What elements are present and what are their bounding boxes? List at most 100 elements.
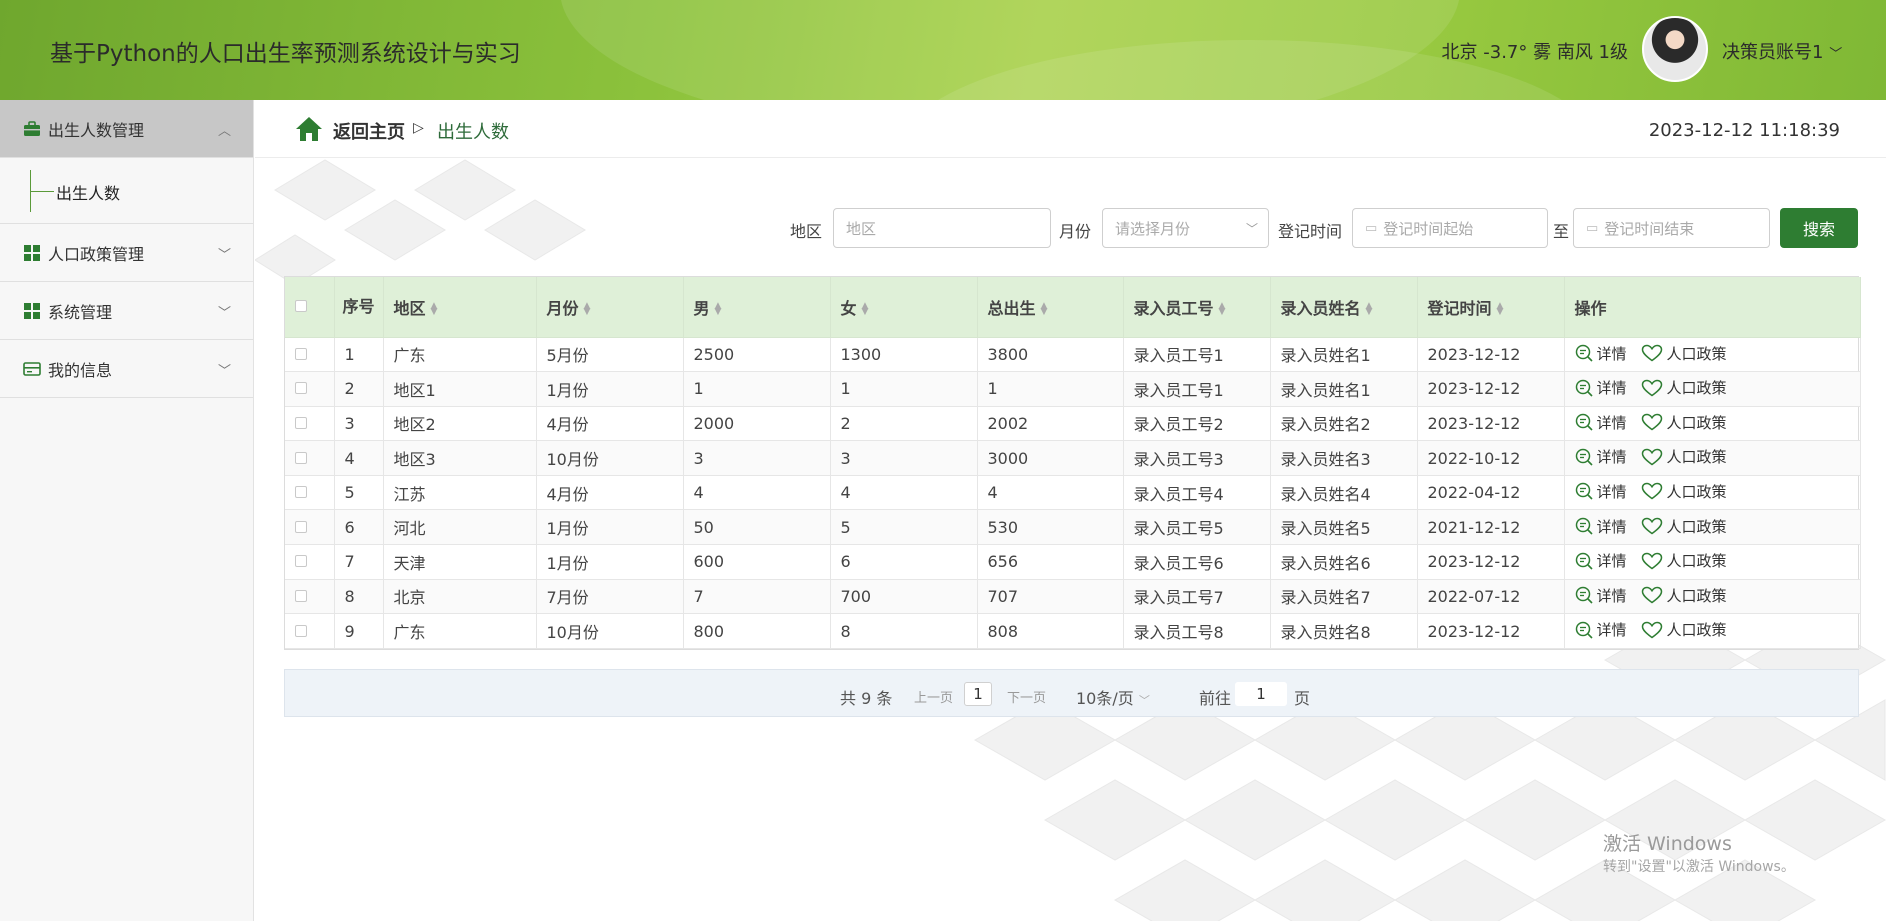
- cell-region: 河北: [383, 509, 537, 546]
- cell-index: 1: [334, 337, 384, 373]
- row-checkbox[interactable]: [295, 624, 307, 637]
- sidebar-item-policy-management[interactable]: 人口政策管理 ﹀: [0, 224, 253, 282]
- sidebar-item-my-info[interactable]: 我的信息 ﹀: [0, 340, 253, 398]
- detail-button[interactable]: 详情: [1575, 412, 1627, 433]
- avatar[interactable]: [1642, 16, 1708, 82]
- column-header-total[interactable]: 总出生 ▲ ▼: [977, 277, 1124, 338]
- policy-button[interactable]: 人口政策: [1641, 585, 1727, 606]
- detail-label: 详情: [1596, 448, 1627, 467]
- cell-register-time: 2022-07-12: [1417, 579, 1565, 615]
- detail-button[interactable]: 详情: [1575, 343, 1627, 364]
- range-separator: 至: [1553, 222, 1570, 241]
- account-menu[interactable]: 决策员账号1 ﹀: [1722, 38, 1842, 64]
- sidebar-subitem-birth-count[interactable]: 出生人数: [0, 158, 253, 224]
- region-input[interactable]: 地区: [833, 208, 1051, 248]
- sort-icon[interactable]: ▲ ▼: [1497, 302, 1504, 317]
- table-row: 4 地区3 10月份 3 3 3000 录入员工号3 录入员姓名3 2022-10-12 详情 人口…: [285, 440, 1861, 476]
- table-row: 6 河北 1月份 50 5 530 录入员工号5 录入员姓名5 2021-12-12 详情 人口政策: [285, 509, 1861, 546]
- cell-month: 5月份: [536, 337, 684, 373]
- cell-region: 广东: [383, 337, 537, 373]
- policy-button[interactable]: 人口政策: [1641, 343, 1727, 364]
- row-checkbox[interactable]: [295, 347, 307, 360]
- policy-label: 人口政策: [1666, 552, 1727, 571]
- home-icon[interactable]: [295, 116, 323, 146]
- cell-actions: 详情 人口政策: [1564, 440, 1861, 476]
- breadcrumb-home-link[interactable]: 返回主页: [333, 118, 405, 144]
- select-all-checkbox[interactable]: [295, 300, 307, 313]
- cell-total: 4: [977, 475, 1124, 511]
- policy-button[interactable]: 人口政策: [1641, 550, 1727, 571]
- sort-icon[interactable]: ▲ ▼: [715, 302, 722, 317]
- cell-clerk-id: 录入员工号8: [1123, 613, 1271, 649]
- row-checkbox[interactable]: [295, 416, 307, 429]
- detail-label: 详情: [1596, 621, 1627, 640]
- row-checkbox[interactable]: [295, 451, 307, 464]
- policy-button[interactable]: 人口政策: [1641, 481, 1727, 502]
- column-header-label: 录入员工号: [1133, 298, 1214, 318]
- row-checkbox[interactable]: [295, 589, 307, 602]
- sort-icon[interactable]: ▲ ▼: [431, 302, 438, 317]
- policy-button[interactable]: 人口政策: [1641, 516, 1727, 537]
- sort-icon[interactable]: ▲ ▼: [1041, 302, 1048, 317]
- policy-button[interactable]: 人口政策: [1641, 412, 1727, 433]
- sort-icon[interactable]: ▲ ▼: [584, 302, 591, 317]
- column-header-region[interactable]: 地区 ▲ ▼: [383, 277, 537, 338]
- cell-month: 1月份: [536, 371, 684, 407]
- column-header-female[interactable]: 女 ▲ ▼: [830, 277, 978, 338]
- heart-icon: [1641, 379, 1662, 397]
- column-header-male[interactable]: 男 ▲ ▼: [683, 277, 831, 338]
- row-select-cell: [285, 613, 335, 649]
- breadcrumb-separator: ▷: [413, 120, 424, 136]
- time-end-input[interactable]: ▭ 登记时间结束: [1573, 208, 1770, 248]
- heart-icon: [1641, 621, 1662, 639]
- row-checkbox[interactable]: [295, 382, 307, 395]
- row-checkbox[interactable]: [295, 555, 307, 568]
- column-header-label: 序号: [342, 296, 375, 316]
- policy-button[interactable]: 人口政策: [1641, 446, 1727, 467]
- row-checkbox[interactable]: [295, 520, 307, 533]
- next-page-button[interactable]: 下一页: [1007, 687, 1046, 706]
- goto-page-input[interactable]: 1: [1235, 682, 1287, 706]
- month-select[interactable]: 请选择月份 ﹀: [1102, 208, 1269, 248]
- detail-button[interactable]: 详情: [1575, 550, 1627, 571]
- cell-clerk-name: 录入员姓名2: [1270, 406, 1418, 442]
- page-size-select[interactable]: 10条/页 ﹀: [1076, 685, 1150, 709]
- cell-total: 808: [977, 613, 1124, 649]
- column-header-label: 录入员姓名: [1280, 298, 1361, 318]
- cell-index: 2: [334, 371, 384, 407]
- policy-label: 人口政策: [1666, 413, 1727, 432]
- policy-button[interactable]: 人口政策: [1641, 619, 1727, 640]
- sort-icon[interactable]: ▲ ▼: [1366, 302, 1373, 317]
- detail-button[interactable]: 详情: [1575, 516, 1627, 537]
- detail-button[interactable]: 详情: [1575, 619, 1627, 640]
- column-header-register-time[interactable]: 登记时间 ▲ ▼: [1417, 277, 1565, 338]
- sidebar-item-system-management[interactable]: 系统管理 ﹀: [0, 282, 253, 340]
- cell-region: 天津: [383, 544, 537, 580]
- time-start-input[interactable]: ▭ 登记时间起始: [1352, 208, 1548, 248]
- cell-region: 地区2: [383, 406, 537, 442]
- column-header-label: 女: [840, 298, 857, 318]
- cell-month: 7月份: [536, 579, 684, 615]
- row-checkbox[interactable]: [295, 486, 307, 499]
- sort-icon[interactable]: ▲ ▼: [1219, 302, 1226, 317]
- column-header-month[interactable]: 月份 ▲ ▼: [536, 277, 684, 338]
- detail-button[interactable]: 详情: [1575, 585, 1627, 606]
- detail-button[interactable]: 详情: [1575, 377, 1627, 398]
- current-time: 2023-12-12 11:18:39: [1648, 120, 1840, 141]
- sort-icon[interactable]: ▲ ▼: [862, 302, 869, 317]
- sidebar-item-birth-management[interactable]: 出生人数管理 ︿: [0, 100, 253, 158]
- policy-label: 人口政策: [1666, 344, 1727, 363]
- search-button[interactable]: 搜索: [1780, 208, 1858, 248]
- sidebar-item-label: 我的信息: [48, 360, 113, 380]
- prev-page-button[interactable]: 上一页: [914, 687, 953, 706]
- column-header-clerk-id[interactable]: 录入员工号 ▲ ▼: [1123, 277, 1271, 338]
- cell-region: 北京: [383, 579, 537, 615]
- policy-button[interactable]: 人口政策: [1641, 377, 1727, 398]
- tree-line: [30, 191, 54, 192]
- table-header-row: 序号 地区 ▲ ▼ 月份 ▲ ▼ 男 ▲ ▼ 女 ▲ ▼ 总出生 ▲ ▼ 录入员工号 ▲ ▼ 录入员姓名…: [285, 277, 1861, 338]
- current-page[interactable]: 1: [964, 682, 992, 706]
- detail-button[interactable]: 详情: [1575, 481, 1627, 502]
- column-header-clerk-name[interactable]: 录入员姓名 ▲ ▼: [1270, 277, 1418, 338]
- detail-button[interactable]: 详情: [1575, 446, 1627, 467]
- region-label: 地区: [790, 222, 823, 241]
